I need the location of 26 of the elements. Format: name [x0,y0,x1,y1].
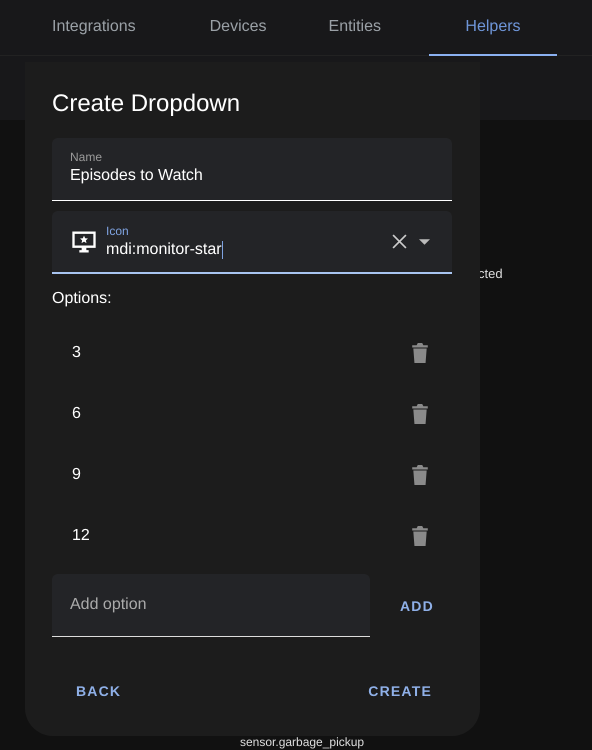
tab[interactable]: Integrations [26,0,162,56]
field-value: mdi:monitor-star [106,241,223,259]
field-label: Icon [106,224,129,238]
back-button[interactable]: BACK [62,675,136,707]
close-icon[interactable] [392,234,407,249]
options-label: Options: [52,290,113,308]
icon-field[interactable]: Icon mdi:monitor-star [52,211,452,274]
add-button[interactable]: ADD [386,590,448,622]
dialog-title: Create Dropdown [52,90,242,118]
caret-icon[interactable] [419,238,430,244]
name-field[interactable]: Name Episodes to Watch [52,138,452,201]
delete-icon[interactable] [412,526,428,546]
option-text: 6 [72,404,81,422]
background-text: sensor.garbage_pickup [240,736,364,749]
field-label: Name [70,150,102,164]
add-option-field[interactable]: Add option [52,574,370,637]
delete-icon[interactable] [412,404,428,424]
tab[interactable]: Devices [184,0,293,56]
option-text: 3 [72,344,81,362]
field-value: Episodes to Watch [70,167,203,185]
create-button[interactable]: CREATE [354,675,446,707]
tab[interactable]: Entities [302,0,407,56]
delete-icon[interactable] [412,464,428,484]
option-text: 9 [72,466,81,484]
delete-icon[interactable] [412,342,428,362]
option-text: 12 [72,526,90,544]
